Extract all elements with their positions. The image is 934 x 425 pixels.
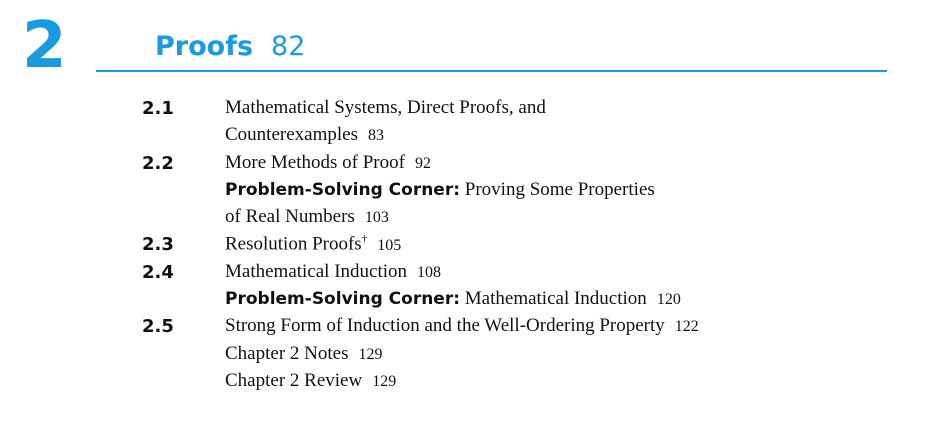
page-number: 105 [377,236,402,254]
notes-title: Chapter 2 Notes 129 [225,342,383,364]
section-number: 2.1 [142,98,174,119]
chapter-number: 2 [22,9,67,83]
toc-entry-2-4-corner[interactable]: Problem-Solving Corner: Mathematical Ind… [142,288,902,315]
corner-label: Problem-Solving Corner: [225,289,461,310]
section-title: Mathematical Systems, Direct Proofs, and [225,97,546,118]
page-number: 129 [372,372,397,390]
chapter-title: Proofs [155,31,254,62]
corner-title: Problem-Solving Corner: Proving Some Pro… [225,178,655,200]
page-number: 108 [417,263,442,281]
toc-entry-2-4[interactable]: 2.4 Mathematical Induction 108 [142,261,902,288]
corner-label: Problem-Solving Corner: [225,179,461,200]
toc-entry-2-1-cont[interactable]: Counterexamples 83 [142,124,902,151]
section-title-cont: Counterexamples 83 [225,124,384,146]
dagger-mark: † [361,233,368,246]
section-number: 2.3 [142,234,174,256]
toc-entry-review[interactable]: Chapter 2 Review 129 [142,370,902,397]
corner-title-cont: of Real Numbers 103 [225,206,389,228]
toc-entry-2-2-corner[interactable]: Problem-Solving Corner: Proving Some Pro… [142,179,902,206]
toc-entry-2-2[interactable]: 2.2 More Methods of Proof 92 [142,152,902,179]
chapter-heading: Proofs 82 [155,33,305,60]
chapter-page: 82 [271,31,306,62]
table-of-contents: 2.1 Mathematical Systems, Direct Proofs,… [142,97,902,397]
page-number: 92 [414,154,431,172]
toc-entry-2-2-corner-cont[interactable]: of Real Numbers 103 [142,206,902,233]
page-number: 83 [367,127,384,145]
section-title: Strong Form of Induction and the Well-Or… [225,315,699,337]
toc-entry-2-5[interactable]: 2.5 Strong Form of Induction and the Wel… [142,315,902,342]
section-number: 2.5 [142,316,174,338]
section-title: More Methods of Proof 92 [225,151,431,173]
review-title: Chapter 2 Review 129 [225,369,397,391]
page-number: 103 [364,209,389,227]
toc-entry-2-1[interactable]: 2.1 Mathematical Systems, Direct Proofs,… [142,97,902,124]
chapter-rule [96,70,887,72]
toc-entry-2-3[interactable]: 2.3 Resolution Proofs† 105 [142,233,902,260]
section-title: Resolution Proofs† 105 [225,233,402,255]
corner-title: Problem-Solving Corner: Mathematical Ind… [225,288,681,310]
page-number: 122 [674,318,699,336]
toc-entry-notes[interactable]: Chapter 2 Notes 129 [142,343,902,370]
section-number: 2.4 [142,261,174,283]
section-title: Mathematical Induction 108 [225,260,442,282]
section-number: 2.2 [142,152,174,174]
page-number: 120 [656,291,681,309]
page-number: 129 [358,345,383,363]
